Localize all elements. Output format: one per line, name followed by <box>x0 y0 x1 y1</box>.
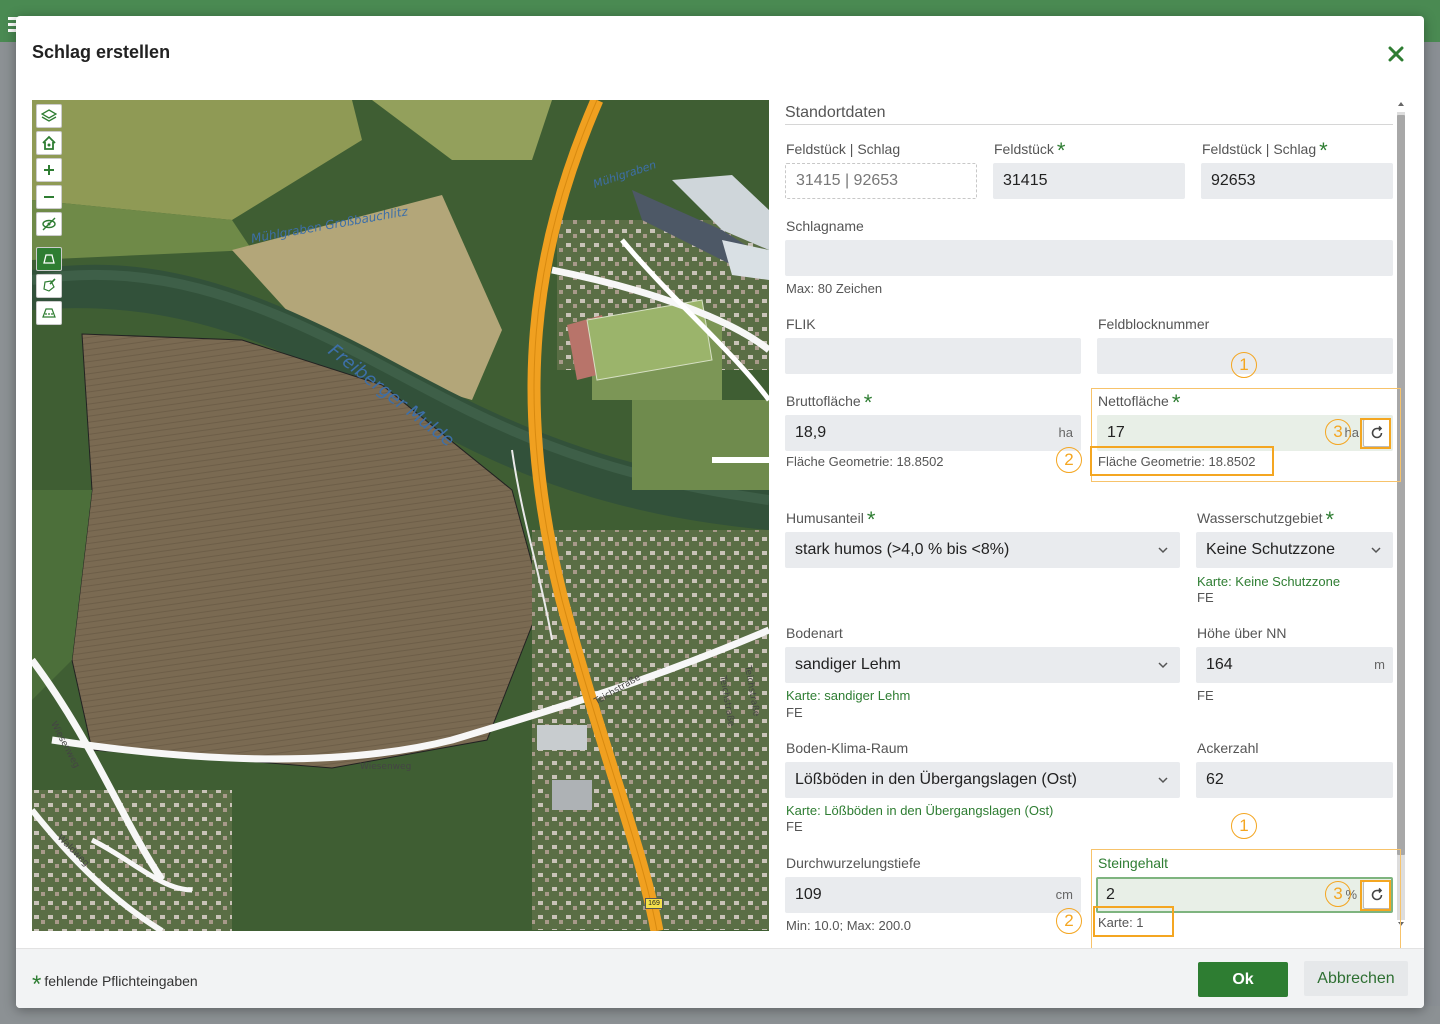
feldstueck-schlag-input[interactable]: 31415 | 92653 <box>785 163 977 199</box>
map-label-road2: Wiesenweg <box>360 762 412 772</box>
nettoflaeche-label: Nettofläche * <box>1098 390 1181 415</box>
home-button[interactable] <box>36 131 62 155</box>
hoehe-source: FE <box>1197 688 1214 703</box>
scroll-up-arrow-icon[interactable] <box>1398 102 1404 106</box>
chevron-down-icon <box>1158 777 1168 784</box>
annotation-marker-1: 1 <box>1231 352 1257 378</box>
chevron-down-icon <box>1158 662 1168 669</box>
feldblocknummer-label: Feldblocknummer <box>1098 316 1210 332</box>
zoom-in-button[interactable] <box>36 158 62 182</box>
hoehe-input[interactable]: 164 m <box>1196 647 1393 683</box>
steingehalt-help: Karte: 1 <box>1098 915 1144 930</box>
bruttoflaeche-label: Bruttofläche * <box>786 390 873 415</box>
required-fields-note: * fehlende Pflichteingaben <box>32 971 198 998</box>
steingehalt-refresh-button[interactable] <box>1363 881 1391 909</box>
annotation-marker-1b: 1 <box>1231 813 1257 839</box>
chevron-down-icon <box>1371 547 1381 554</box>
section-divider <box>785 124 1393 125</box>
layers-icon <box>41 109 57 122</box>
flik-input[interactable] <box>785 338 1081 374</box>
cut-polygon-button[interactable] <box>36 301 62 325</box>
dialog-title: Schlag erstellen <box>32 42 171 62</box>
durchwurzelung-input[interactable]: 109 cm <box>785 877 1081 913</box>
bkr-label: Boden-Klima-Raum <box>786 740 909 756</box>
annotation-marker-3b: 3 <box>1325 881 1351 907</box>
ackerzahl-input[interactable]: 62 <box>1196 762 1393 798</box>
durchwurzelung-label: Durchwurzelungstiefe <box>786 855 921 871</box>
layers-button[interactable] <box>36 104 62 128</box>
feldstueck-schlag-label: Feldstück | Schlag <box>786 141 901 157</box>
close-icon[interactable] <box>1386 44 1406 64</box>
toggle-visibility-button[interactable] <box>36 212 62 236</box>
wasserschutzgebiet-source: FE <box>1197 590 1214 605</box>
refresh-icon <box>1371 887 1383 901</box>
ok-button[interactable]: Ok <box>1198 962 1288 997</box>
scrollbar-thumb[interactable] <box>1397 115 1405 855</box>
cut-polygon-icon <box>42 308 56 318</box>
bodenart-label: Bodenart <box>786 625 843 641</box>
bkr-map-hint: Karte: Lößböden in den Übergangslagen (O… <box>786 803 1054 818</box>
annotation-marker-2b: 2 <box>1056 908 1082 934</box>
feldstueck-label: Feldstück * <box>994 138 1066 163</box>
visibility-off-icon <box>42 217 56 231</box>
zoom-out-icon <box>44 196 54 198</box>
flik-label: FLIK <box>786 316 816 332</box>
zoom-in-icon <box>44 165 54 175</box>
bkr-select[interactable]: Lößböden in den Übergangslagen (Ost) <box>785 762 1180 798</box>
schlag-label: Feldstück | Schlag * <box>1202 138 1328 163</box>
annotation-marker-3: 3 <box>1325 419 1351 445</box>
refresh-icon <box>1371 425 1383 439</box>
steingehalt-label: Steingehalt <box>1098 855 1169 871</box>
app-background-bottom <box>0 1006 1440 1024</box>
wasserschutzgebiet-label: Wasserschutzgebiet * <box>1197 507 1335 532</box>
schlagname-input[interactable] <box>785 240 1393 276</box>
bodenart-map-hint: Karte: sandiger Lehm <box>786 688 911 703</box>
aerial-map-image <box>32 100 769 931</box>
section-title: Standortdaten <box>785 104 886 121</box>
site-data-form: Standortdaten Feldstück | Schlag 31415 |… <box>785 100 1405 931</box>
bruttoflaeche-help: Fläche Geometrie: 18.8502 <box>786 454 944 469</box>
nettoflaeche-help: Fläche Geometrie: 18.8502 <box>1098 454 1256 469</box>
wasserschutzgebiet-select[interactable]: Keine Schutzzone <box>1196 532 1393 568</box>
draw-polygon-button[interactable] <box>36 247 62 271</box>
draw-polygon-icon <box>43 254 55 264</box>
schlagname-label: Schlagname <box>786 218 864 234</box>
road-number-shield: 169 <box>645 898 663 909</box>
form-scrollbar[interactable] <box>1395 100 1407 931</box>
bodenart-select[interactable]: sandiger Lehm <box>785 647 1180 683</box>
nettoflaeche-refresh-button[interactable] <box>1363 419 1391 447</box>
schlag-input[interactable]: 92653 <box>1201 163 1393 199</box>
durchwurzelung-help: Min: 10.0; Max: 200.0 <box>786 918 912 931</box>
chevron-down-icon <box>1158 547 1168 554</box>
zoom-out-button[interactable] <box>36 185 62 209</box>
ackerzahl-label: Ackerzahl <box>1197 740 1259 756</box>
edit-polygon-button[interactable] <box>36 274 62 298</box>
home-icon <box>42 135 56 150</box>
bruttoflaeche-input[interactable]: 18,9 ha <box>785 415 1081 451</box>
humusanteil-select[interactable]: stark humos (>4,0 % bis <8%) <box>785 532 1180 568</box>
bkr-source: FE <box>786 819 803 834</box>
feldstueck-input[interactable]: 31415 <box>993 163 1185 199</box>
wasserschutzgebiet-map-hint: Karte: Keine Schutzzone <box>1197 574 1341 589</box>
cancel-button[interactable]: Abbrechen <box>1304 961 1408 996</box>
create-field-dialog: Schlag erstellen Mühlgraben Großbauchlit… <box>16 16 1424 1008</box>
annotation-marker-2: 2 <box>1056 447 1082 473</box>
hoehe-label: Höhe über NN <box>1197 625 1287 641</box>
bodenart-source: FE <box>786 705 803 720</box>
humusanteil-label: Humusanteil * <box>786 507 876 532</box>
map-toolbar <box>36 104 62 328</box>
scroll-down-arrow-icon[interactable] <box>1398 922 1404 926</box>
dialog-footer: * fehlende Pflichteingaben Ok Abbrechen <box>16 948 1424 1008</box>
edit-polygon-icon <box>43 278 56 292</box>
schlagname-help: Max: 80 Zeichen <box>786 281 883 296</box>
map-view[interactable]: Mühlgraben Großbauchlitz Mühlgraben Frei… <box>32 100 769 931</box>
